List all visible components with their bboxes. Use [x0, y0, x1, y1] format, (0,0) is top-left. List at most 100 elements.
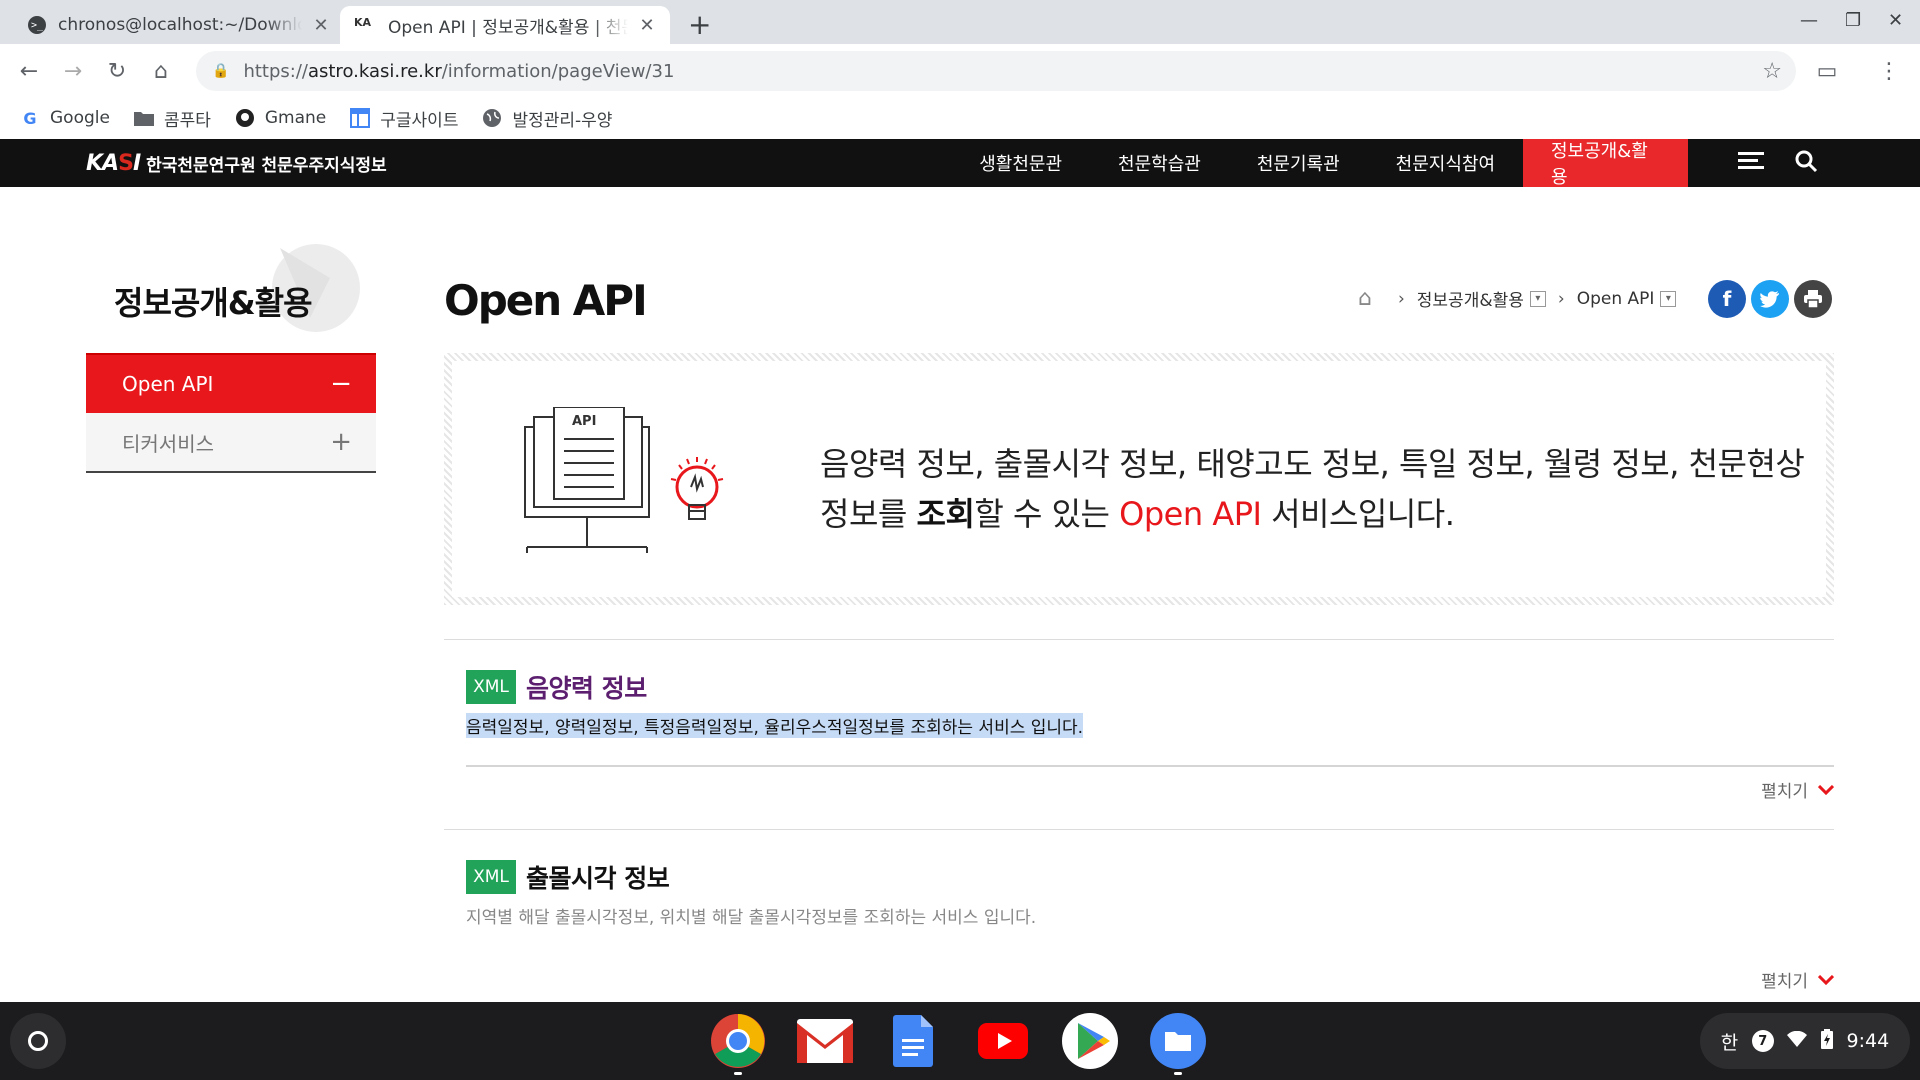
globe-icon [482, 108, 502, 128]
launcher-button[interactable] [10, 1013, 66, 1069]
close-window-icon[interactable]: ✕ [1888, 10, 1903, 31]
close-icon[interactable]: ✕ [312, 15, 330, 36]
back-icon[interactable]: ← [14, 56, 44, 86]
breadcrumb-item[interactable]: Open API [1577, 289, 1655, 309]
bookmarks-bar: G Google 콤푸타 Gmane 구글사이트 발정관리-우양 [0, 98, 1920, 138]
api-title-link[interactable]: 출몰시각 정보 [526, 859, 670, 895]
minimize-icon[interactable]: — [1800, 10, 1818, 31]
api-item-lunar-solar: XML 음양력 정보 음력일정보, 양력일정보, 특정음력일정보, 율리우스적일… [444, 639, 1835, 829]
tab-title: chronos@localhost:~/Downloads [58, 15, 302, 35]
chevron-down-icon[interactable]: ▾ [1529, 290, 1546, 307]
expand-button[interactable]: 펼치기 [1761, 777, 1835, 802]
home-icon[interactable]: ⌂ [146, 56, 176, 86]
api-illus-label: API [572, 414, 596, 429]
youtube-icon[interactable] [975, 1013, 1031, 1069]
facebook-icon[interactable]: f [1708, 280, 1746, 318]
notification-count: 7 [1751, 1030, 1774, 1052]
lock-icon[interactable]: 🔒 [212, 63, 229, 79]
browser-toolbar: ← → ↻ ⌂ 🔒 https://astro.kasi.re.kr/infor… [0, 44, 1920, 98]
chevron-down-icon [1817, 780, 1835, 799]
bookmark-breeding[interactable]: 발정관리-우양 [482, 106, 612, 131]
sidebar-item-ticker[interactable]: 티커서비스 + [86, 413, 376, 473]
nav-learning[interactable]: 천문학습관 [1090, 139, 1229, 187]
kasi-logo-mark: KASI [86, 151, 141, 176]
github-icon [235, 108, 255, 128]
site-name: 한국천문연구원 천문우주지식정보 [146, 156, 387, 176]
tab-title: Open API | 정보공개&활용 | 천문우주지식정보 [388, 17, 628, 38]
hamburger-menu-icon[interactable] [1738, 149, 1764, 177]
nav-participation[interactable]: 천문지식참여 [1368, 139, 1523, 187]
bookmark-google[interactable]: G Google [20, 108, 110, 128]
intro-box: API 음양력 정보, 출몰시각 정보, 태양고도 정보, 특일 정보, 월령 … [444, 353, 1834, 605]
new-tab-button[interactable]: + [688, 8, 711, 41]
bookmark-folder[interactable]: 콤푸타 [133, 106, 211, 131]
sidebar-item-open-api[interactable]: Open API − [86, 353, 376, 413]
print-icon[interactable] [1794, 280, 1832, 318]
status-tray[interactable]: 한 7 9:44 [1700, 1013, 1910, 1069]
breadcrumb-item[interactable]: 정보공개&활용 [1417, 286, 1524, 311]
sidebar-item-label: 티커서비스 [122, 431, 214, 456]
terminal-icon: >_ [28, 16, 46, 34]
collapse-icon: − [330, 369, 352, 399]
page-title: Open API [444, 276, 648, 325]
url-path: /information/pageView/31 [441, 60, 675, 82]
kasi-favicon-icon: KA [354, 16, 372, 29]
files-icon[interactable] [1150, 1013, 1206, 1075]
gmail-icon[interactable] [797, 1013, 853, 1069]
cast-icon[interactable]: ▭ [1812, 56, 1842, 86]
url-host: astro.kasi.re.kr [307, 60, 442, 82]
xml-badge: XML [466, 670, 516, 704]
intro-line-2: 정보를 조회할 수 있는 Open API 서비스입니다. [820, 495, 1455, 533]
expand-button[interactable]: 펼치기 [1761, 967, 1835, 992]
bookmark-label: Google [50, 108, 110, 128]
sites-icon [350, 108, 371, 128]
sidebar-item-label: Open API [122, 372, 214, 396]
api-monitor-illustration-icon: API [524, 407, 724, 553]
ime-indicator: 한 [1720, 1031, 1739, 1054]
nav-records[interactable]: 천문기록관 [1229, 139, 1368, 187]
api-description: 음력일정보, 양력일정보, 특정음력일정보, 율리우스적일정보를 조회하는 서비… [466, 713, 1084, 738]
bookmark-label: 발정관리-우양 [512, 110, 613, 131]
clock: 9:44 [1846, 1030, 1890, 1052]
url-scheme: https:// [243, 60, 308, 82]
breadcrumb-separator: › [1557, 288, 1565, 309]
address-bar[interactable]: 🔒 https://astro.kasi.re.kr/information/p… [196, 51, 1796, 91]
play-store-icon[interactable] [1062, 1013, 1118, 1069]
bookmark-label: 콤푸타 [163, 110, 211, 131]
os-shelf: 한 7 9:44 [0, 1002, 1920, 1080]
bookmark-label: Gmane [264, 108, 327, 128]
close-icon[interactable]: ✕ [638, 15, 656, 36]
nav-daily-astronomy[interactable]: 생활천문관 [951, 139, 1090, 187]
bookmark-gmane[interactable]: Gmane [235, 108, 326, 128]
forward-icon[interactable]: → [58, 56, 88, 86]
sidebar-title: 정보공개&활용 [114, 284, 313, 322]
twitter-icon[interactable] [1751, 280, 1789, 318]
chrome-icon[interactable] [710, 1013, 766, 1075]
chevron-down-icon[interactable]: ▾ [1660, 290, 1677, 307]
xml-badge: XML [466, 860, 516, 894]
reload-icon[interactable]: ↻ [102, 56, 132, 86]
breadcrumb-separator: › [1397, 288, 1405, 309]
api-head: XML 음양력 정보 [466, 669, 647, 705]
chevron-down-icon [1817, 970, 1835, 989]
tab-terminal[interactable]: >_ chronos@localhost:~/Downloads ✕ [14, 6, 344, 44]
restore-icon[interactable]: ❐ [1845, 10, 1861, 31]
intro-line-1: 음양력 정보, 출몰시각 정보, 태양고도 정보, 특일 정보, 월령 정보, … [820, 445, 1805, 483]
docs-icon[interactable] [885, 1013, 941, 1069]
menu-kebab-icon[interactable]: ⋮ [1874, 56, 1904, 86]
site-logo[interactable]: KASI 한국천문연구원 천문우주지식정보 [86, 151, 387, 176]
api-head: XML 출몰시각 정보 [466, 859, 670, 895]
api-item-rise-set: XML 출몰시각 정보 지역별 해달 출몰시각정보, 위치별 해달 출몰시각정보… [444, 829, 1835, 999]
nav-information[interactable]: 정보공개&활용 [1523, 139, 1688, 188]
intro-text: 음양력 정보, 출몰시각 정보, 태양고도 정보, 특일 정보, 월령 정보, … [820, 439, 1805, 539]
site-header: KASI 한국천문연구원 천문우주지식정보 생활천문관 천문학습관 천문기록관 … [0, 139, 1920, 188]
bookmark-star-icon[interactable]: ☆ [1762, 59, 1782, 84]
search-icon[interactable] [1794, 149, 1818, 179]
tab-open-api[interactable]: KA Open API | 정보공개&활용 | 천문우주지식정보 ✕ [340, 6, 670, 44]
api-title-link[interactable]: 음양력 정보 [526, 669, 647, 705]
bookmark-sites[interactable]: 구글사이트 [350, 106, 458, 131]
bookmark-label: 구글사이트 [380, 110, 459, 131]
battery-icon [1820, 1028, 1833, 1054]
expand-icon: + [330, 427, 352, 457]
home-icon[interactable]: ⌂ [1358, 286, 1372, 311]
